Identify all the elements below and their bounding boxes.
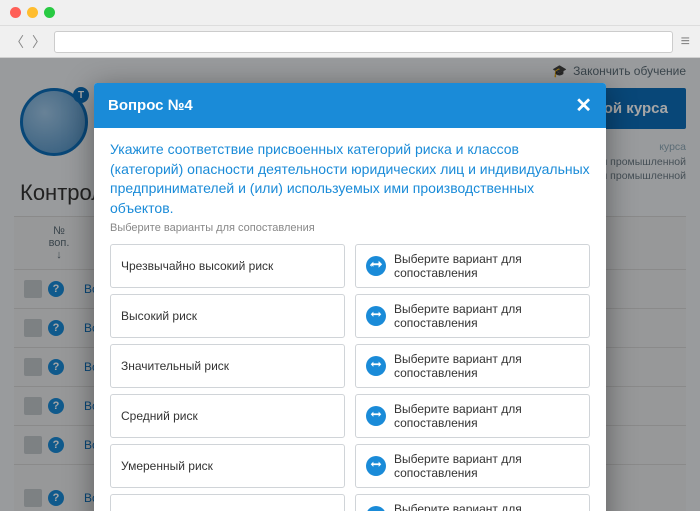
match-left-item: Чрезвычайно высокий риск [110, 244, 345, 288]
modal-overlay: Вопрос №4 ✕ Укажите соответствие присвое… [0, 58, 700, 511]
modal-title: Вопрос №4 [108, 97, 193, 114]
swap-icon [366, 356, 386, 376]
match-grid: Чрезвычайно высокий риск Выберите вариан… [110, 244, 590, 511]
url-bar[interactable] [54, 31, 673, 53]
match-left-item: Значительный риск [110, 344, 345, 388]
match-right-select[interactable]: Выберите вариант для сопоставления [355, 294, 590, 338]
window-close-icon[interactable] [10, 7, 21, 18]
match-left-item: Низкий риск [110, 494, 345, 511]
window-min-icon[interactable] [27, 7, 38, 18]
nav-back-icon[interactable]: 〈 [10, 32, 24, 52]
close-icon[interactable]: ✕ [575, 93, 592, 118]
match-left-item: Умеренный риск [110, 444, 345, 488]
browser-chrome: 〈 〉 ≡ [0, 0, 700, 58]
menu-icon[interactable]: ≡ [681, 33, 690, 51]
swap-icon [366, 306, 386, 326]
swap-icon [366, 256, 386, 276]
match-left-item: Высокий риск [110, 294, 345, 338]
page-content: 🎓 Закончить обучение Л Работа с темой ку… [0, 58, 700, 511]
swap-icon [366, 456, 386, 476]
match-right-select[interactable]: Выберите вариант для сопоставления [355, 244, 590, 288]
window-max-icon[interactable] [44, 7, 55, 18]
question-modal: Вопрос №4 ✕ Укажите соответствие присвое… [94, 83, 606, 511]
modal-question-text: Укажите соответствие присвоенных категор… [110, 140, 590, 218]
match-right-select[interactable]: Выберите вариант для сопоставления [355, 344, 590, 388]
nav-forward-icon[interactable]: 〉 [32, 32, 46, 52]
swap-icon [366, 406, 386, 426]
match-right-select[interactable]: Выберите вариант для сопоставления [355, 394, 590, 438]
match-left-item: Средний риск [110, 394, 345, 438]
swap-icon [366, 506, 386, 511]
modal-hint: Выберите варианты для сопоставления [110, 222, 590, 234]
match-right-select[interactable]: Выберите вариант для сопоставления [355, 494, 590, 511]
match-right-select[interactable]: Выберите вариант для сопоставления [355, 444, 590, 488]
